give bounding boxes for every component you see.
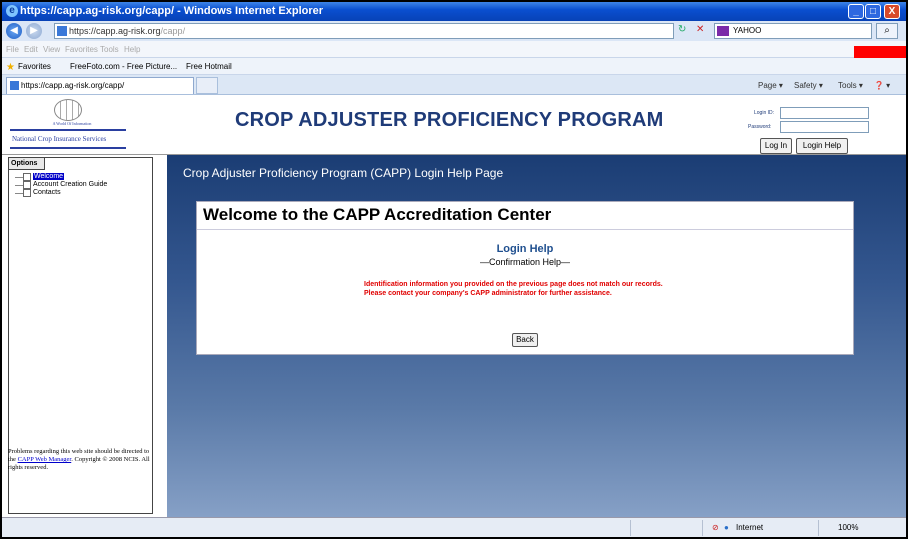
maximize-button[interactable]: □ (865, 4, 881, 19)
main-content: Crop Adjuster Proficiency Program (CAPP)… (167, 155, 906, 517)
card-header: Welcome to the CAPP Accreditation Center (197, 202, 853, 230)
search-input[interactable]: YAHOO (714, 23, 872, 39)
search-button[interactable]: ⌕ (876, 23, 898, 39)
logo-name: National Crop Insurance Services (12, 135, 107, 143)
sidebar-item-contacts[interactable]: Contacts (13, 189, 107, 197)
options-tree: Welcome Account Creation Guide Contacts (13, 173, 107, 197)
password-input[interactable] (780, 121, 869, 133)
minimize-button[interactable]: _ (848, 4, 864, 19)
search-provider: YAHOO (733, 26, 762, 35)
browser-window: e https://capp.ag-risk.org/capp/ - Windo… (0, 0, 908, 539)
login-id-input[interactable] (780, 107, 869, 119)
yahoo-icon (717, 26, 729, 36)
login-button[interactable]: Log In (760, 138, 792, 154)
tab-bar: https://capp.ag-risk.org/capp/ Page ▾ Sa… (2, 75, 906, 95)
menu-bar: File Edit View Favorites Tools Help (2, 41, 906, 58)
globe-icon: ● (724, 523, 729, 532)
error-message: Identification information you provided … (364, 281, 663, 297)
document-icon (23, 181, 31, 189)
address-url-rest: /capp/ (160, 26, 186, 36)
menu-help[interactable]: Help (124, 45, 140, 54)
favorites-star-icon: ★ (6, 62, 15, 73)
favorite-link-hotmail[interactable]: Free Hotmail (186, 62, 232, 71)
login-help-button[interactable]: Login Help (796, 138, 848, 154)
safety-menu[interactable]: Safety ▾ (794, 81, 823, 90)
window-title: https://capp.ag-risk.org/capp/ - Windows… (20, 5, 324, 17)
favorites-bar: ★ Favorites FreeFoto.com - Free Picture.… (2, 58, 906, 75)
menu-edit[interactable]: Edit (24, 45, 38, 54)
menu-favorites[interactable]: Favorites (65, 45, 98, 54)
page-menu[interactable]: Page ▾ (758, 81, 783, 90)
forward-button[interactable]: ▶ (26, 23, 42, 39)
logo-tagline: A World Of Information (52, 121, 92, 126)
page-header: A World Of Information National Crop Ins… (2, 95, 906, 155)
login-help-card: Welcome to the CAPP Accreditation Center… (196, 201, 854, 355)
stop-icon[interactable]: ✕ (696, 24, 704, 35)
options-tab[interactable]: Options (9, 158, 45, 170)
document-icon (23, 173, 31, 181)
page-icon (57, 26, 67, 36)
page-title: Crop Adjuster Proficiency Program (CAPP)… (183, 166, 504, 180)
document-icon (23, 189, 31, 197)
zone-label: Internet (736, 523, 764, 532)
capp-web-manager-link[interactable]: CAPP Web Manager (18, 456, 72, 463)
ncis-logo: A World Of Information National Crop Ins… (10, 99, 126, 153)
app-title: CROP ADJUSTER PROFICIENCY PROGRAM (235, 109, 664, 131)
section-subtitle: —Confirmation Help— (479, 257, 571, 267)
password-label: Password: (748, 124, 772, 130)
menu-view[interactable]: View (43, 45, 60, 54)
address-url-main: https://capp.ag-risk.org (69, 26, 161, 36)
help-menu[interactable]: ❓ ▾ (874, 81, 890, 90)
favorites-button[interactable]: Favorites (18, 62, 51, 71)
tools-menu[interactable]: Tools ▾ (838, 81, 863, 90)
menu-file[interactable]: File (6, 45, 19, 54)
title-bar: e https://capp.ag-risk.org/capp/ - Windo… (2, 2, 906, 21)
new-tab-button[interactable] (196, 77, 218, 94)
address-toolbar: ◀ ▶ https://capp.ag-risk.org/capp/ ↻ ✕ Y… (2, 21, 906, 41)
status-bar: ⊘ ● Internet 100% (2, 517, 906, 537)
zoom-level[interactable]: 100% (838, 523, 858, 532)
sidebar-item-welcome[interactable]: Welcome (13, 173, 107, 181)
back-button[interactable]: ◀ (6, 23, 22, 39)
tab-capp[interactable]: https://capp.ag-risk.org/capp/ (6, 77, 194, 94)
protected-mode-icon: ⊘ (712, 523, 719, 532)
address-bar[interactable]: https://capp.ag-risk.org/capp/ (54, 23, 674, 39)
back-page-button[interactable]: Back (512, 333, 538, 347)
sidebar-footer: Problems regarding this web site should … (8, 448, 150, 471)
refresh-icon[interactable]: ↻ (678, 24, 686, 35)
sidebar-item-account-creation-guide[interactable]: Account Creation Guide (13, 181, 107, 189)
section-title: Login Help (496, 243, 554, 255)
close-button[interactable]: X (884, 4, 900, 19)
ie-logo-icon: e (6, 5, 18, 17)
card-title: Welcome to the CAPP Accreditation Center (203, 205, 552, 224)
globe-icon (54, 99, 82, 121)
menu-tools[interactable]: Tools (100, 45, 119, 54)
login-id-label: Login ID: (754, 110, 775, 116)
favorite-link-freefoto[interactable]: FreeFoto.com - Free Picture... (70, 62, 177, 71)
tab-page-icon (10, 81, 19, 90)
tab-label: https://capp.ag-risk.org/capp/ (21, 81, 125, 90)
